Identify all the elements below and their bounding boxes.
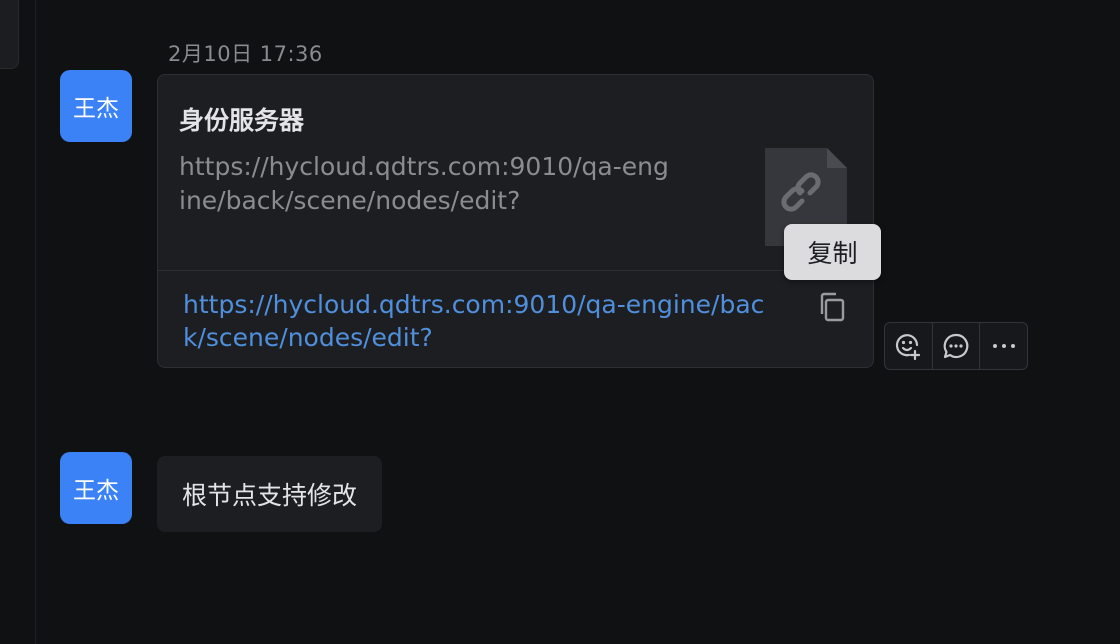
panel-divider: [35, 0, 36, 644]
left-panel-edge: [0, 0, 19, 69]
link-preview-card[interactable]: 身份服务器 https://hycloud.qdtrs.com:9010/qa-…: [157, 74, 874, 368]
link-card-url[interactable]: https://hycloud.qdtrs.com:9010/qa-engine…: [183, 288, 783, 354]
card-separator: [158, 270, 873, 271]
message-text[interactable]: 根节点支持修改: [157, 456, 383, 532]
copy-button[interactable]: [814, 289, 850, 325]
copy-tooltip: 复制: [784, 224, 881, 280]
chat-view: 2月10日 17:36 王杰 身份服务器 https://hycloud.qdt…: [0, 0, 1120, 644]
add-reaction-button[interactable]: [885, 323, 933, 369]
link-card-title: 身份服务器: [179, 106, 305, 135]
reply-comment-icon: [943, 333, 969, 359]
more-button[interactable]: [980, 323, 1027, 369]
avatar[interactable]: 王杰: [60, 452, 132, 524]
message-timestamp: 2月10日 17:36: [168, 42, 323, 66]
avatar[interactable]: 王杰: [60, 70, 132, 142]
reply-button[interactable]: [933, 323, 981, 369]
add-reaction-icon: [896, 334, 921, 361]
more-icon: [992, 344, 1015, 348]
copy-icon: [820, 292, 845, 322]
link-card-description: https://hycloud.qdtrs.com:9010/qa-engine…: [179, 152, 669, 215]
message-action-bar: [884, 322, 1028, 370]
